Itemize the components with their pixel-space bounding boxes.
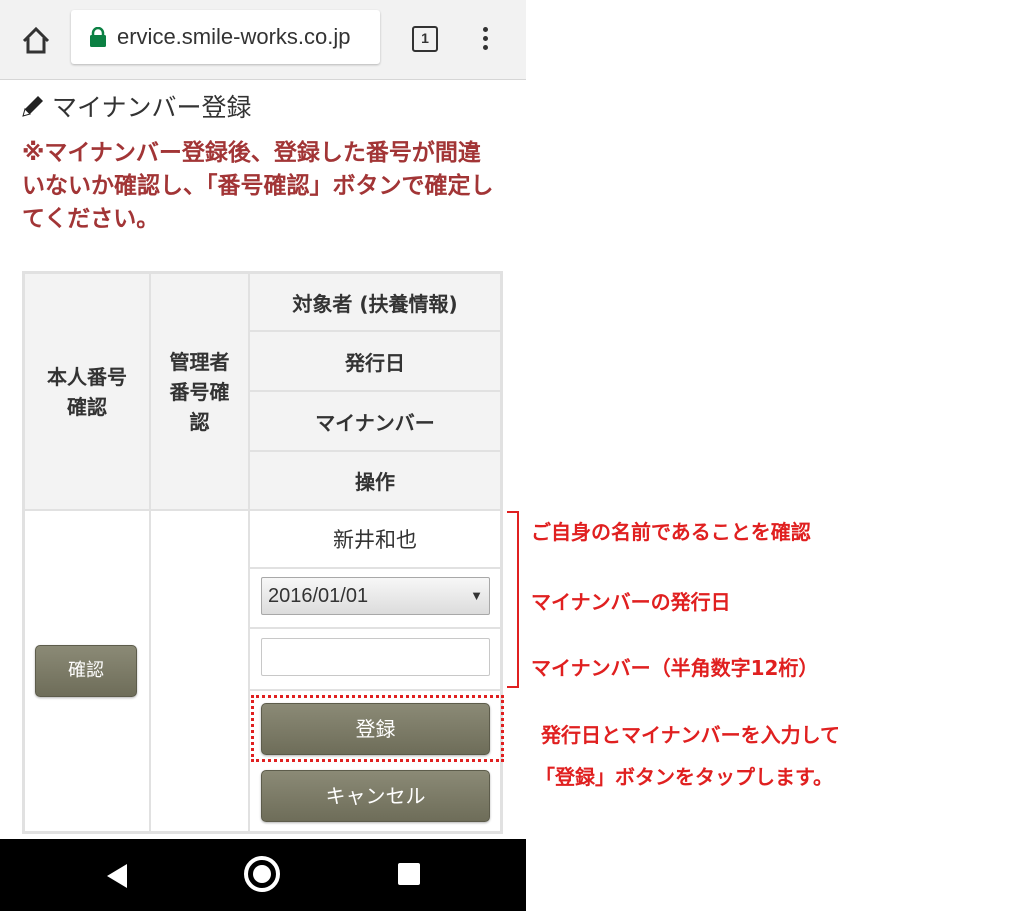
notice-text: ※マイナンバー登録後、登録した番号が間違いないか確認し、「番号確認」ボタンで確定…	[22, 140, 494, 232]
issue-date-select[interactable]: 2016/01/01 ▼	[261, 577, 490, 615]
dropdown-arrow-icon: ▼	[470, 588, 483, 603]
pencil-icon	[22, 96, 43, 117]
note-instruction-2: 「登録」ボタンをタップします。	[535, 765, 833, 789]
header-self-check: 本人番号確認	[24, 273, 150, 510]
header-target: 対象者 (扶養情報)	[249, 273, 501, 331]
register-highlight	[251, 695, 504, 762]
page-title: マイナンバー登録	[20, 88, 252, 124]
issue-date-value: 2016/01/01	[268, 585, 369, 607]
note-issue-date: マイナンバーの発行日	[531, 590, 731, 614]
phone-screen: ervice.smile-works.co.jp 1 マイナンバー登録 ※マイナ…	[0, 0, 526, 911]
url-bar[interactable]: ervice.smile-works.co.jp	[71, 10, 380, 64]
browser-toolbar: ervice.smile-works.co.jp 1	[0, 0, 526, 80]
home-icon[interactable]	[18, 22, 54, 58]
recent-apps-icon[interactable]	[398, 863, 420, 885]
url-text: ervice.smile-works.co.jp	[117, 24, 351, 49]
android-nav-bar	[0, 839, 526, 911]
note-instruction-1: 発行日とマイナンバーを入力して	[541, 723, 840, 747]
page-title-text: マイナンバー登録	[52, 93, 252, 122]
back-icon[interactable]	[105, 863, 129, 889]
overflow-menu-icon[interactable]	[472, 24, 498, 56]
my-number-input[interactable]	[261, 638, 490, 676]
header-issue-date: 発行日	[249, 331, 501, 391]
admin-check-cell	[150, 510, 249, 832]
home-circle-icon[interactable]	[244, 856, 280, 892]
target-name: 新井和也	[249, 510, 501, 568]
lock-icon	[89, 26, 107, 47]
header-operation: 操作	[249, 451, 501, 510]
annotation-bracket	[507, 511, 519, 688]
header-admin-check: 管理者番号確認	[150, 273, 249, 510]
header-my-number: マイナンバー	[249, 391, 501, 451]
self-check-button[interactable]: 確認	[35, 645, 137, 697]
note-my-number: マイナンバー（半角数字12桁）	[531, 656, 819, 680]
tabs-icon[interactable]: 1	[412, 26, 438, 52]
note-confirm-name: ご自身の名前であることを確認	[531, 520, 811, 544]
cancel-button[interactable]: キャンセル	[261, 770, 490, 822]
